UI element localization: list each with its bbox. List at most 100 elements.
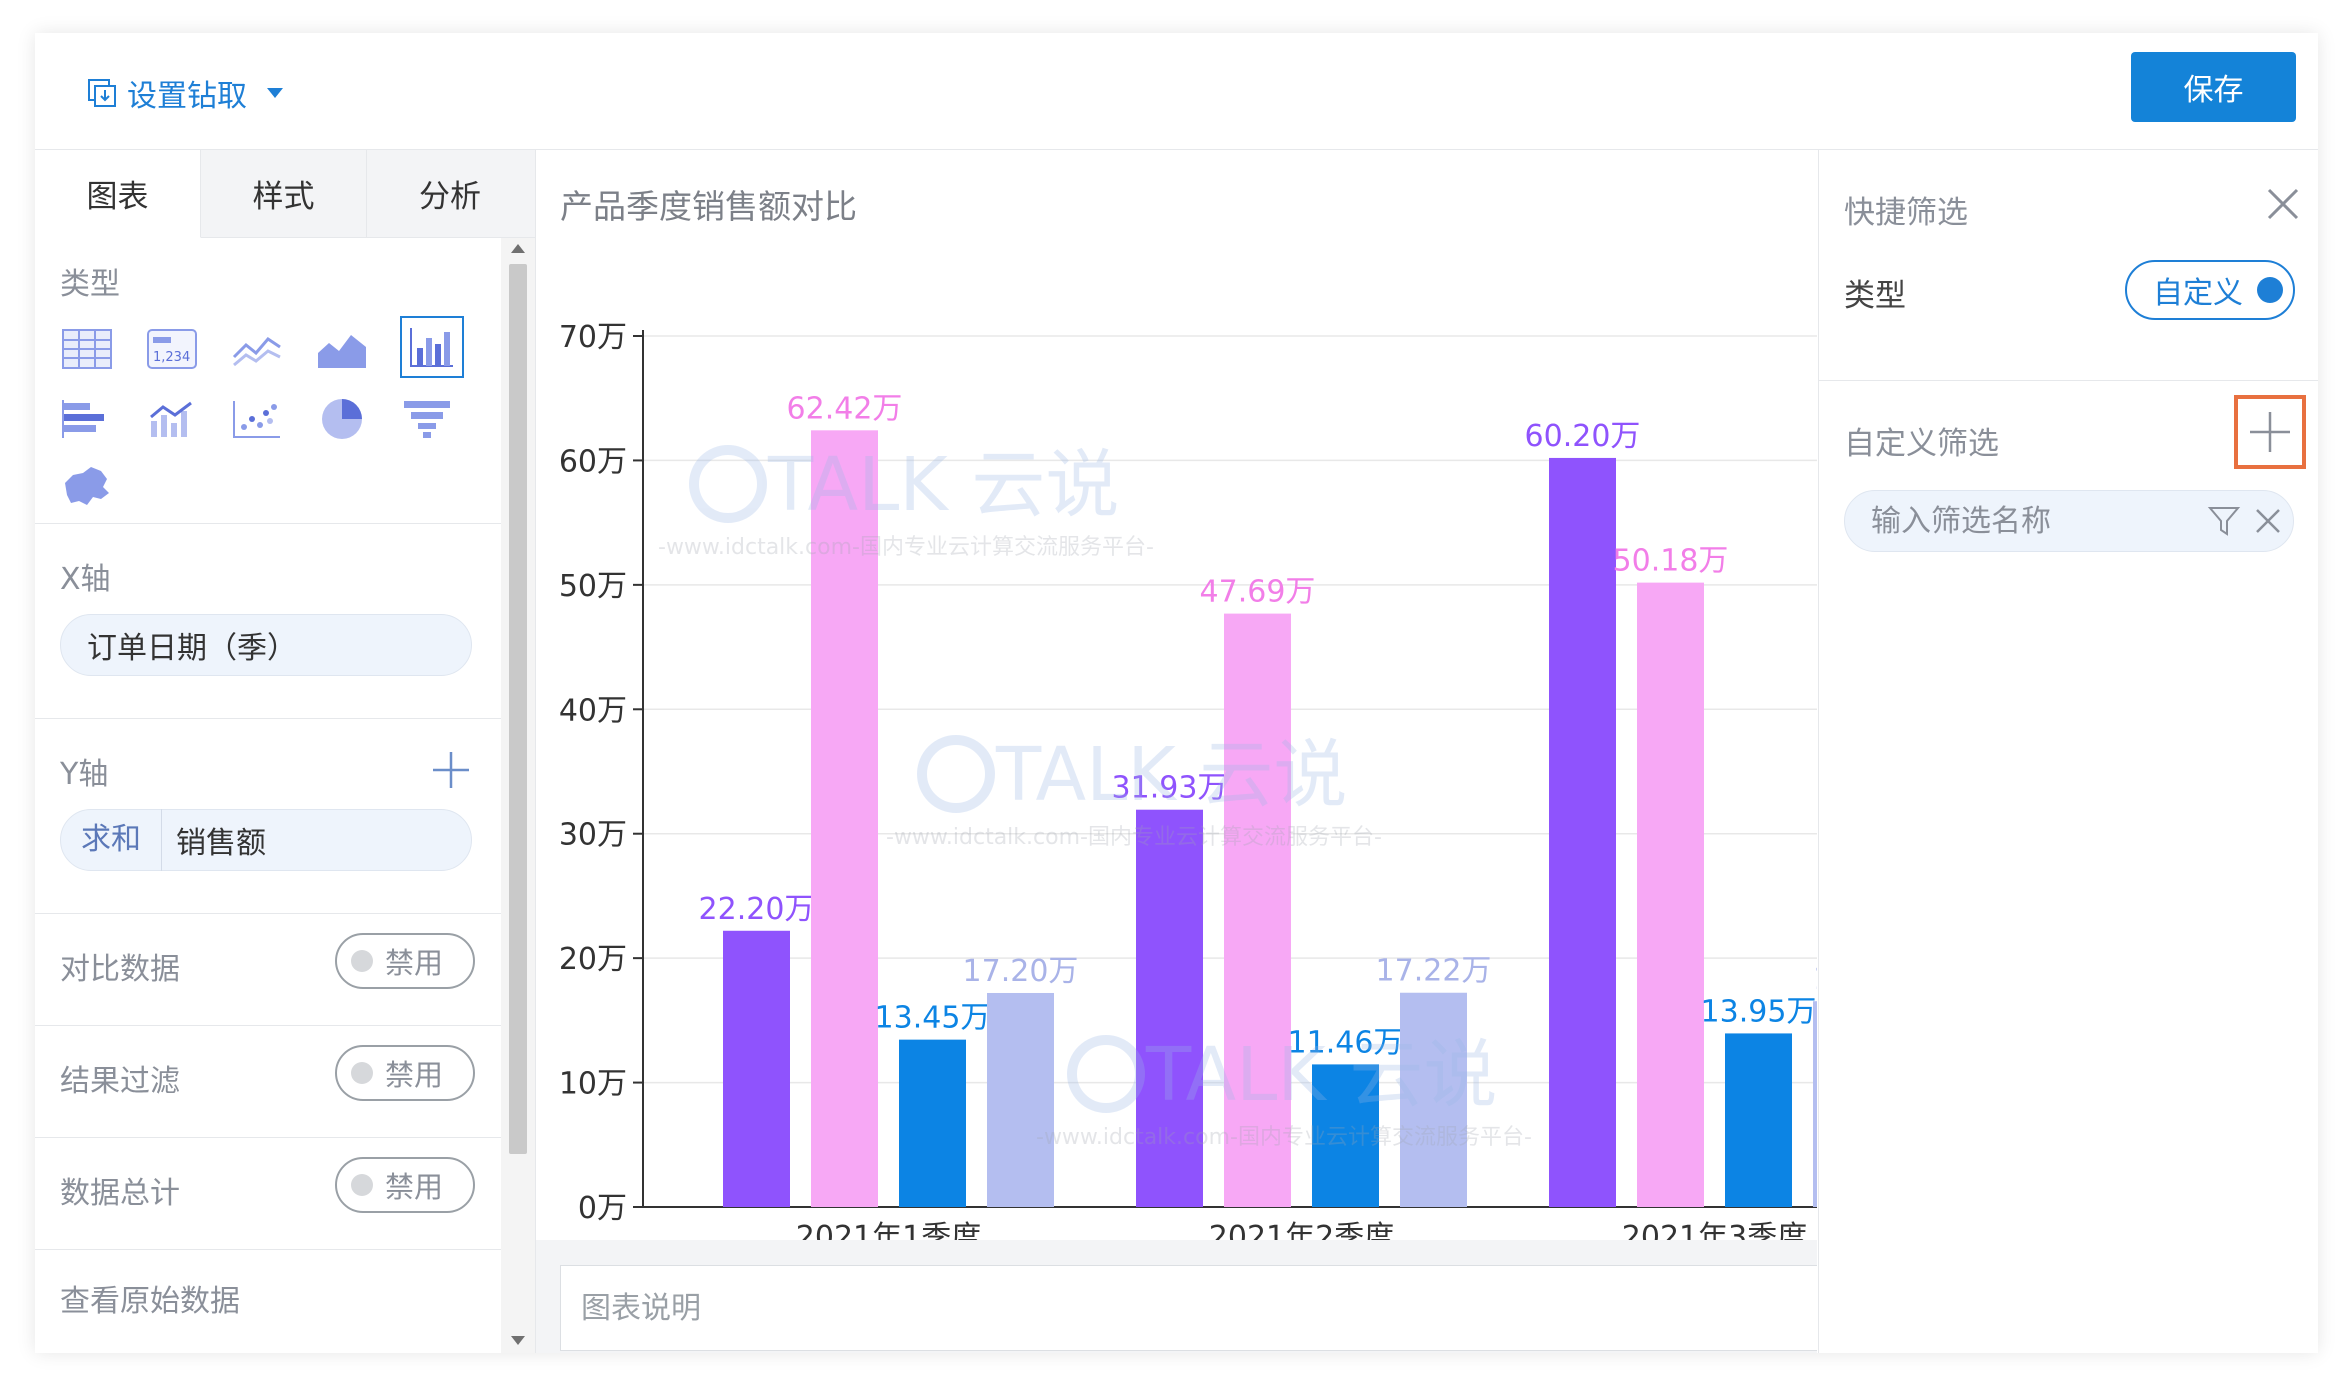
- y-axis-field-label: 销售额: [176, 826, 266, 861]
- custom-type-label: 自定义: [2153, 276, 2243, 311]
- custom-type-switch[interactable]: 自定义: [2125, 260, 2295, 320]
- left-scrollbar[interactable]: [501, 238, 535, 1353]
- tab-style[interactable]: 样式: [201, 150, 367, 237]
- y-tick-label: 20万: [559, 942, 627, 977]
- line-chart-icon[interactable]: [230, 322, 284, 376]
- chart-caption-input[interactable]: [561, 1266, 1817, 1350]
- toggle-label: 禁用: [385, 946, 444, 980]
- scroll-up-icon[interactable]: [511, 244, 525, 253]
- table-chart-icon[interactable]: [60, 322, 114, 376]
- quick-filter-panel: 快捷筛选 类型 自定义 自定义筛选: [1818, 150, 2318, 1353]
- compare-data-label: 对比数据: [60, 952, 180, 987]
- bar: [987, 992, 1054, 1207]
- bar-value-label: 13.45万: [875, 1001, 991, 1036]
- clear-icon[interactable]: [2251, 504, 2285, 538]
- scroll-thumb[interactable]: [509, 264, 527, 1154]
- tab-chart[interactable]: 图表: [35, 150, 201, 238]
- watermark-logo-icon: [917, 735, 995, 813]
- map-chart-icon[interactable]: [60, 460, 114, 514]
- x-axis-title: X轴: [60, 562, 111, 597]
- bar: [1637, 582, 1704, 1207]
- bar-value-label: 17.20万: [963, 954, 1079, 989]
- chart-area: 产品季度销售额对比 0万 10万 20万 30万 40万 50万 60万 70万 22.20万 6…: [536, 150, 1817, 1353]
- filter-type-label: 类型: [1844, 278, 1906, 314]
- x-axis-field-label: 订单日期（季）: [87, 631, 297, 666]
- app-window: 设置钻取 保存 图表 样式 分析 类型 1,234 X轴 订单日期（季） Y轴 …: [35, 33, 2318, 1353]
- y-tick-label: 0万: [578, 1191, 627, 1226]
- watermark-url: -www.idctalk.com-国内专业云计算交流服务平台-: [658, 535, 1154, 560]
- add-y-field-icon[interactable]: [431, 750, 471, 790]
- data-total-label: 数据总计: [60, 1176, 180, 1211]
- drill-label: 设置钻取: [127, 79, 247, 114]
- funnel-chart-icon[interactable]: [400, 392, 454, 446]
- divider: [35, 718, 501, 719]
- left-config-panel: 图表 样式 分析 类型 1,234 X轴 订单日期（季） Y轴 求和 销售额 对…: [35, 150, 536, 1353]
- horizontal-bar-icon[interactable]: [60, 392, 114, 446]
- bar: [1725, 1033, 1792, 1207]
- switch-knob: [2257, 277, 2283, 303]
- bar-chart-icon[interactable]: [400, 316, 464, 378]
- y-tick-label: 50万: [559, 569, 627, 604]
- top-toolbar: 设置钻取 保存: [35, 33, 2318, 150]
- bar-value-label: 50.18万: [1613, 544, 1729, 579]
- combo-chart-icon[interactable]: [145, 392, 199, 446]
- watermark-brand: TALK 云说: [767, 442, 1119, 528]
- add-filter-button[interactable]: [2234, 395, 2306, 469]
- x-axis-field[interactable]: 订单日期（季）: [60, 614, 472, 676]
- compare-data-toggle[interactable]: 禁用: [335, 933, 475, 989]
- area-chart-icon[interactable]: [315, 322, 369, 376]
- y-tick-label: 70万: [559, 320, 627, 355]
- caret-down-icon: [267, 88, 283, 98]
- scatter-chart-icon[interactable]: [230, 392, 284, 446]
- bar: [723, 930, 790, 1207]
- close-icon[interactable]: [2259, 180, 2307, 228]
- filter-name-field[interactable]: [1844, 490, 2294, 552]
- view-raw-data-label[interactable]: 查看原始数据: [60, 1276, 240, 1320]
- result-filter-toggle[interactable]: 禁用: [335, 1045, 475, 1101]
- save-button[interactable]: 保存: [2131, 52, 2296, 122]
- divider: [35, 913, 501, 914]
- y-tick-label: 60万: [559, 444, 627, 479]
- config-scroll-area: 类型 1,234 X轴 订单日期（季） Y轴 求和 销售额 对比数据 禁用 结果…: [35, 238, 501, 1353]
- svg-text:1,234: 1,234: [153, 350, 190, 365]
- plus-icon: [2250, 412, 2290, 452]
- type-title: 类型: [60, 267, 120, 302]
- y-tick-label: 10万: [559, 1067, 627, 1102]
- chart-caption-box[interactable]: [560, 1265, 1817, 1351]
- bar: [1813, 1001, 1817, 1207]
- watermark-url: -www.idctalk.com-国内专业云计算交流服务平台-: [1036, 1125, 1532, 1150]
- x-tick-label: 2021年2季度: [1209, 1220, 1394, 1240]
- scroll-down-icon[interactable]: [511, 1336, 525, 1345]
- tab-analysis[interactable]: 分析: [367, 150, 533, 237]
- divider: [1819, 380, 2318, 381]
- toggle-label: 禁用: [385, 1058, 444, 1092]
- divider: [35, 523, 501, 524]
- pie-chart-icon[interactable]: [315, 392, 369, 446]
- x-tick-label: 2021年1季度: [796, 1220, 981, 1240]
- drill-dropdown[interactable]: 设置钻取: [87, 71, 285, 115]
- toggle-label: 禁用: [385, 1170, 444, 1204]
- bar-value-label: 62.42万: [787, 391, 903, 426]
- watermark: TALK 云说 -www.idctalk.com-国内专业云计算交流服务平台-: [1036, 1032, 1532, 1150]
- bar-value-label: 47.69万: [1200, 575, 1316, 610]
- config-tabs: 图表 样式 分析: [35, 150, 535, 238]
- y-tick-label: 40万: [559, 693, 627, 728]
- bar-chart: 0万 10万 20万 30万 40万 50万 60万 70万 22.20万 62.42万 13.45…: [559, 320, 1817, 1240]
- bar-value-label: 13.95万: [1701, 994, 1817, 1029]
- bar-value-label: 22.20万: [699, 892, 815, 927]
- y-axis-field[interactable]: 求和 销售额: [60, 809, 472, 871]
- divider: [35, 1025, 501, 1026]
- quick-filter-title: 快捷筛选: [1844, 195, 1968, 231]
- watermark-brand: TALK 云说: [1145, 1032, 1497, 1118]
- result-filter-label: 结果过滤: [60, 1064, 180, 1099]
- x-tick-label: 2021年3季度: [1622, 1220, 1807, 1240]
- kpi-card-icon[interactable]: 1,234: [145, 322, 199, 376]
- data-total-toggle[interactable]: 禁用: [335, 1157, 475, 1213]
- y-axis-agg[interactable]: 求和: [61, 809, 162, 871]
- filter-name-input[interactable]: [1845, 502, 2203, 540]
- watermark-brand: TALK 云说: [995, 732, 1347, 818]
- watermark-logo-icon: [1067, 1035, 1145, 1113]
- y-tick-label: 30万: [559, 818, 627, 853]
- filter-funnel-icon[interactable]: [2207, 504, 2241, 538]
- drill-icon: [88, 79, 116, 107]
